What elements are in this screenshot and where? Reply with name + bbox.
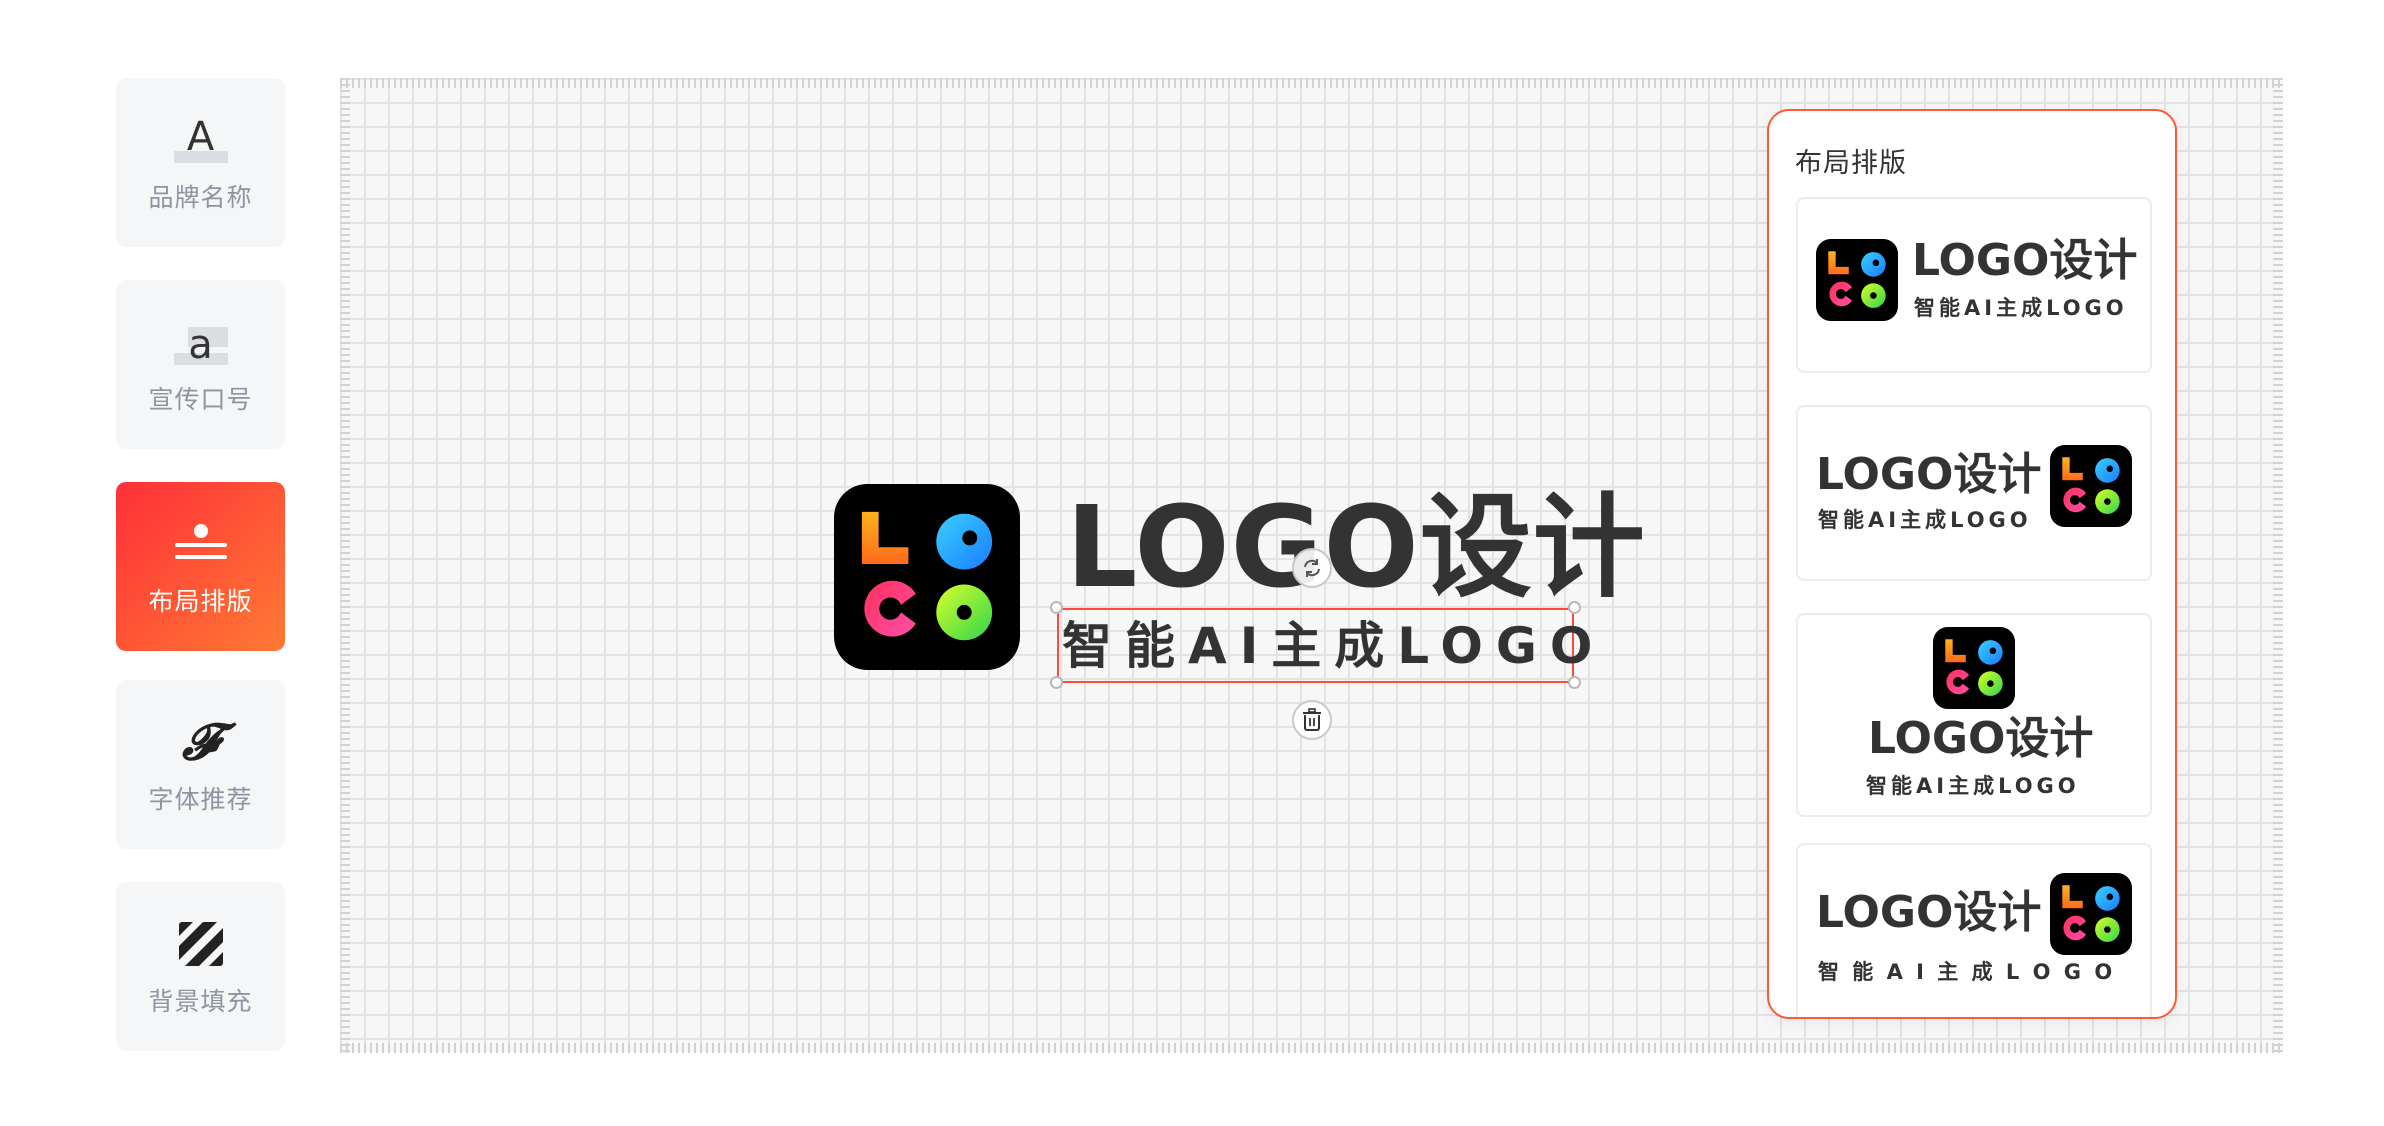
layout-panel: 布局排版 LOGO设计 智能AI主成LOGO LOGO设计 智能AI主成LOGO… [1767,109,2177,1019]
tool-label: 品牌名称 [148,182,253,212]
tool-label: 布局排版 [148,586,253,616]
tool-font[interactable]: 𝓕 字体推荐 [116,680,285,849]
resize-handle[interactable] [1050,601,1063,614]
resize-handle[interactable] [1568,601,1581,614]
logo-icon [1933,627,2015,709]
rotate-icon [1304,559,1320,577]
brand-name-icon: A [173,112,228,168]
ruler-left [340,78,350,1053]
layout-option-icon-left[interactable]: LOGO设计 智能AI主成LOGO [1796,197,2152,373]
layout-option-icon-top[interactable]: LOGO设计 智能AI主成LOGO [1796,613,2152,817]
card-brand-name: LOGO设计 [1816,887,2042,938]
logo-letters-icon [861,511,993,641]
tool-slogan[interactable]: a 宣传口号 [116,280,285,449]
resize-handle[interactable] [1050,676,1063,689]
card-slogan: 智 能 A I 主 成 L O G O [1818,960,2116,984]
tool-label: 背景填充 [148,986,253,1016]
trash-icon [1303,708,1321,731]
ruler-bottom [340,1043,2283,1053]
resize-handle[interactable] [1568,676,1581,689]
card-slogan: 智能AI主成LOGO [1818,508,2032,532]
logo-icon[interactable] [834,484,1020,670]
tool-layout[interactable]: 布局排版 [116,482,285,651]
panel-title: 布局排版 [1795,148,1907,179]
canvas-slogan[interactable]: 智能AI主成LOGO [1062,610,1605,682]
logo-icon [2050,873,2132,955]
tool-label: 宣传口号 [148,384,253,414]
card-brand-name: LOGO设计 [1912,235,2138,286]
layout-option-icon-right-wide[interactable]: LOGO设计 智 能 A I 主 成 L O G O [1796,843,2152,1017]
ruler-right [2273,78,2283,1053]
logo-icon [2050,445,2132,527]
card-slogan: 智能AI主成LOGO [1866,774,2080,798]
ruler-top [340,78,2283,88]
background-fill-icon [178,916,223,972]
layout-icon [171,516,231,572]
canvas-brand-name[interactable]: LOGO设计 [1066,478,1646,618]
layout-option-icon-right[interactable]: LOGO设计 智能AI主成LOGO [1796,405,2152,581]
logo-icon [1816,239,1898,321]
card-brand-name: LOGO设计 [1868,713,2094,764]
card-brand-name: LOGO设计 [1816,449,2042,500]
delete-button[interactable] [1292,700,1332,740]
slogan-icon: a [173,314,228,370]
card-slogan: 智能AI主成LOGO [1914,296,2128,320]
tool-background-fill[interactable]: 背景填充 [116,882,285,1051]
font-icon: 𝓕 [182,711,219,771]
tool-label: 字体推荐 [148,784,253,814]
rotate-button[interactable] [1292,548,1332,588]
tool-brand-name[interactable]: A 品牌名称 [116,78,285,247]
